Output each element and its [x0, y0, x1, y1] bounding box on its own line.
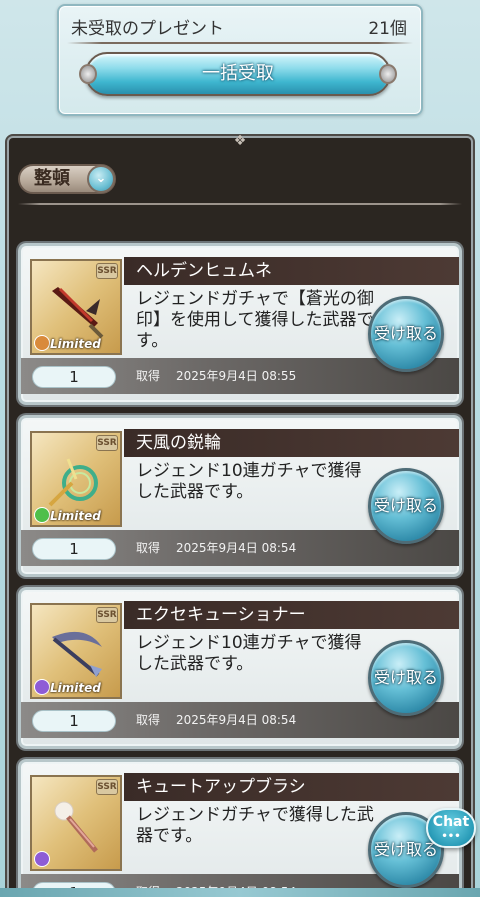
acquired-label: 取得 — [136, 369, 161, 383]
acquired-label: 取得 — [136, 713, 161, 727]
present-item-card: SSR Limited 天風の鋭輪 レジェンド10連ガチャで獲得した武器です。 … — [18, 415, 462, 577]
present-count: 21個 — [368, 19, 407, 39]
chevron-down-icon: ⌄ — [87, 165, 115, 193]
chat-dots-icon: ••• — [441, 831, 461, 842]
bottom-strip — [0, 888, 480, 897]
item-description: レジェンドガチャで獲得した武器です。 — [136, 805, 374, 846]
item-description: レジェンド10連ガチャで獲得した武器です。 — [136, 633, 362, 674]
item-quantity: 1 — [32, 366, 116, 388]
sort-label: 整頓 — [34, 168, 70, 189]
rarity-badge: SSR — [96, 263, 118, 279]
acquired-label: 取得 — [136, 541, 161, 555]
weapon-thumbnail: SSR Limited — [30, 431, 122, 527]
receive-button[interactable]: 受け取る — [368, 468, 444, 544]
item-name: キュートアップブラシ — [124, 773, 459, 801]
element-dark-icon — [34, 851, 50, 867]
receive-button[interactable]: 受け取る — [368, 640, 444, 716]
chat-button[interactable]: Chat ••• — [426, 808, 476, 848]
rarity-badge: SSR — [96, 607, 118, 623]
acquired-date: 2025年9月4日 08:54 — [176, 541, 297, 555]
button-ornament-left — [79, 64, 97, 84]
bulk-receive-label: 一括受取 — [202, 63, 274, 84]
weapon-thumbnail: SSR — [30, 775, 122, 871]
item-quantity: 1 — [32, 538, 116, 560]
present-item-card: SSR Limited エクセキューショナー レジェンド10連ガチャで獲得した武… — [18, 587, 462, 749]
brush-icon — [54, 801, 98, 853]
ring-blade-icon — [48, 458, 98, 507]
present-header: 未受取のプレゼント 21個 一括受取 — [57, 4, 423, 116]
limited-badge: Limited — [50, 509, 101, 523]
ornament-icon: ❖ — [233, 133, 247, 149]
item-quantity: 1 — [32, 710, 116, 732]
present-item-card: SSR Limited ヘルデンヒュムネ レジェンドガチャで【蒼光の御印】を使用… — [18, 243, 462, 405]
limited-badge: Limited — [50, 337, 101, 351]
button-ornament-right — [379, 64, 397, 84]
chat-label: Chat — [432, 814, 470, 830]
divider — [67, 42, 413, 44]
acquired-date: 2025年9月4日 08:55 — [176, 369, 297, 383]
scythe-icon — [52, 631, 102, 677]
divider — [18, 203, 462, 205]
acquired-date: 2025年9月4日 08:54 — [176, 713, 297, 727]
bulk-receive-button[interactable]: 一括受取 — [79, 52, 397, 96]
item-description: レジェンドガチャで【蒼光の御印】を使用して獲得した武器です。 — [136, 289, 374, 351]
limited-badge: Limited — [50, 681, 101, 695]
weapon-thumbnail: SSR Limited — [30, 259, 122, 355]
receive-button[interactable]: 受け取る — [368, 296, 444, 372]
present-item-card: SSR キュートアップブラシ レジェンドガチャで獲得した武器です。 1 取得 2… — [18, 759, 462, 897]
item-name: ヘルデンヒュムネ — [124, 257, 459, 285]
rarity-badge: SSR — [96, 435, 118, 451]
present-title: 未受取のプレゼント — [71, 19, 224, 39]
sort-button[interactable]: 整頓 ⌄ — [18, 164, 116, 194]
item-name: 天風の鋭輪 — [124, 429, 459, 457]
weapon-thumbnail: SSR Limited — [30, 603, 122, 699]
item-description: レジェンド10連ガチャで獲得した武器です。 — [136, 461, 362, 502]
item-name: エクセキューショナー — [124, 601, 459, 629]
rarity-badge: SSR — [96, 779, 118, 795]
sword-icon — [52, 287, 104, 339]
